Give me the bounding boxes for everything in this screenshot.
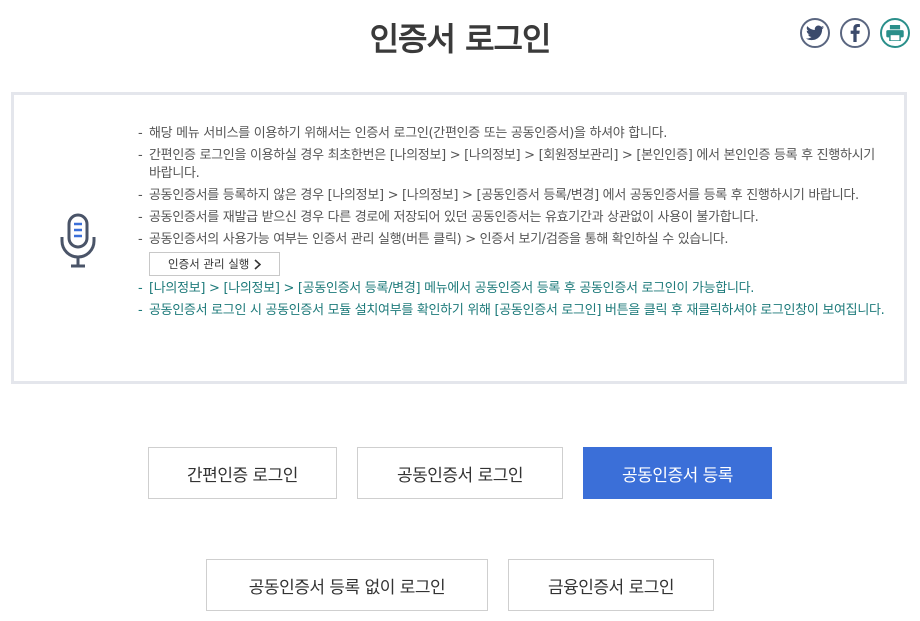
notice-item-highlight: [나의정보] > [나의정보] > [공동인증서 등록/변경] 메뉴에서 공동인…	[138, 280, 890, 298]
notice-item: 공동인증서를 재발급 받으신 경우 다른 경로에 저장되어 있던 공동인증서는 …	[138, 209, 890, 227]
notice-item: 공동인증서를 등록하지 않은 경우 [나의정보] > [나의정보] > [공동인…	[138, 187, 890, 205]
facebook-icon	[850, 24, 860, 42]
notice-item-highlight: 공동인증서 로그인 시 공동인증서 모듈 설치여부를 확인하기 위해 [공동인증…	[138, 302, 890, 320]
microphone-icon	[60, 213, 96, 268]
twitter-share-button[interactable]	[800, 18, 830, 48]
notice-item: 간편인증 로그인을 이용하실 경우 최초한번은 [나의정보] > [나의정보] …	[138, 147, 890, 183]
joint-cert-login-button[interactable]: 공동인증서 로그인	[357, 447, 563, 499]
notice-item: 해당 메뉴 서비스를 이용하기 위해서는 인증서 로그인(간편인증 또는 공동인…	[138, 125, 890, 143]
chevron-right-icon	[254, 258, 262, 270]
print-button[interactable]	[880, 18, 910, 48]
cert-management-button[interactable]: 인증서 관리 실행	[149, 252, 281, 276]
share-buttons	[800, 18, 910, 48]
cert-management-label: 인증서 관리 실행	[168, 257, 250, 271]
facebook-share-button[interactable]	[840, 18, 870, 48]
notice-item-text: 공동인증서의 사용가능 여부는 인증서 관리 실행(버튼 클릭) > 인증서 보…	[149, 232, 729, 247]
notice-list: 해당 메뉴 서비스를 이용하기 위해서는 인증서 로그인(간편인증 또는 공동인…	[138, 125, 890, 324]
twitter-icon	[806, 25, 824, 41]
financial-cert-login-button[interactable]: 금융인증서 로그인	[508, 559, 714, 611]
notice-item-with-button: 공동인증서의 사용가능 여부는 인증서 관리 실행(버튼 클릭) > 인증서 보…	[138, 231, 890, 276]
print-icon	[886, 25, 904, 41]
login-without-register-button[interactable]: 공동인증서 등록 없이 로그인	[206, 559, 488, 611]
page-title: 인증서 로그인	[369, 20, 552, 58]
simple-cert-login-button[interactable]: 간편인증 로그인	[148, 447, 337, 499]
joint-cert-register-button[interactable]: 공동인증서 등록	[583, 447, 772, 499]
notice-box: 해당 메뉴 서비스를 이용하기 위해서는 인증서 로그인(간편인증 또는 공동인…	[11, 92, 907, 384]
